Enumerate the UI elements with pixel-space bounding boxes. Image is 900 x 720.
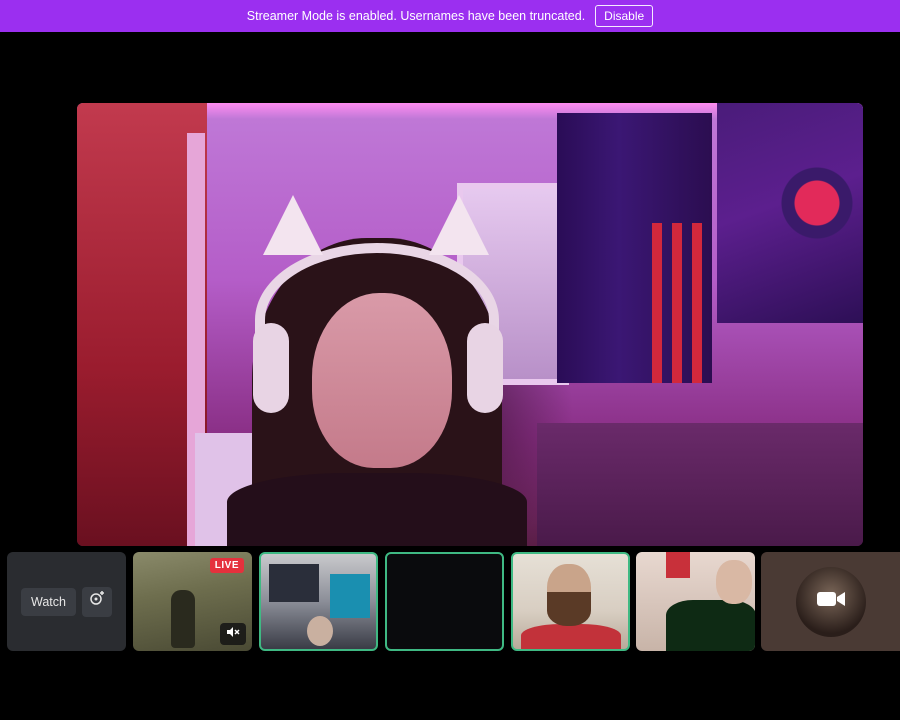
bed: [537, 423, 863, 546]
person-body: [227, 473, 527, 546]
banner-message: Streamer Mode is enabled. Usernames have…: [246, 9, 586, 23]
participant-hoodie: [666, 600, 755, 651]
game-stream-tile[interactable]: LIVE: [133, 552, 252, 651]
participant-head: [307, 616, 333, 646]
ear-cup-right: [467, 323, 503, 413]
mute-button[interactable]: [220, 623, 246, 645]
flag-stripe: [672, 223, 682, 383]
participant-tile[interactable]: [511, 552, 630, 651]
participant-tile[interactable]: [636, 552, 755, 651]
cat-ear-left: [263, 195, 323, 255]
flag-stripe: [652, 223, 662, 383]
participant-beard: [547, 592, 591, 626]
camera-participant-tile[interactable]: [761, 552, 900, 651]
cat-ear-right: [429, 195, 489, 255]
flag: [557, 113, 712, 383]
watch-button[interactable]: Watch: [21, 587, 76, 616]
volume-muted-icon: [226, 625, 240, 643]
tapestry: [717, 103, 863, 323]
game-character: [171, 590, 195, 648]
participant-tile[interactable]: [385, 552, 504, 651]
video-camera-icon: [816, 589, 846, 614]
participant-tiles: Watch LIVE: [7, 552, 900, 652]
live-badge: LIVE: [209, 558, 244, 573]
disable-streamer-mode-button[interactable]: Disable: [595, 5, 654, 27]
streamer-mode-banner: Streamer Mode is enabled. Usernames have…: [0, 0, 900, 32]
main-video-feed[interactable]: [77, 103, 863, 546]
ear-cup-left: [253, 323, 289, 413]
poster: [269, 564, 319, 602]
flag-stripe: [692, 223, 702, 383]
monitor: [330, 574, 370, 618]
participant-tile[interactable]: [259, 552, 378, 651]
popout-icon: [89, 591, 105, 612]
participant-face: [716, 560, 752, 604]
participant-shirt: [521, 624, 621, 649]
avatar: [795, 566, 866, 637]
watch-stream-tile: Watch: [7, 552, 126, 651]
popout-button[interactable]: [81, 586, 112, 617]
poster: [666, 552, 690, 578]
